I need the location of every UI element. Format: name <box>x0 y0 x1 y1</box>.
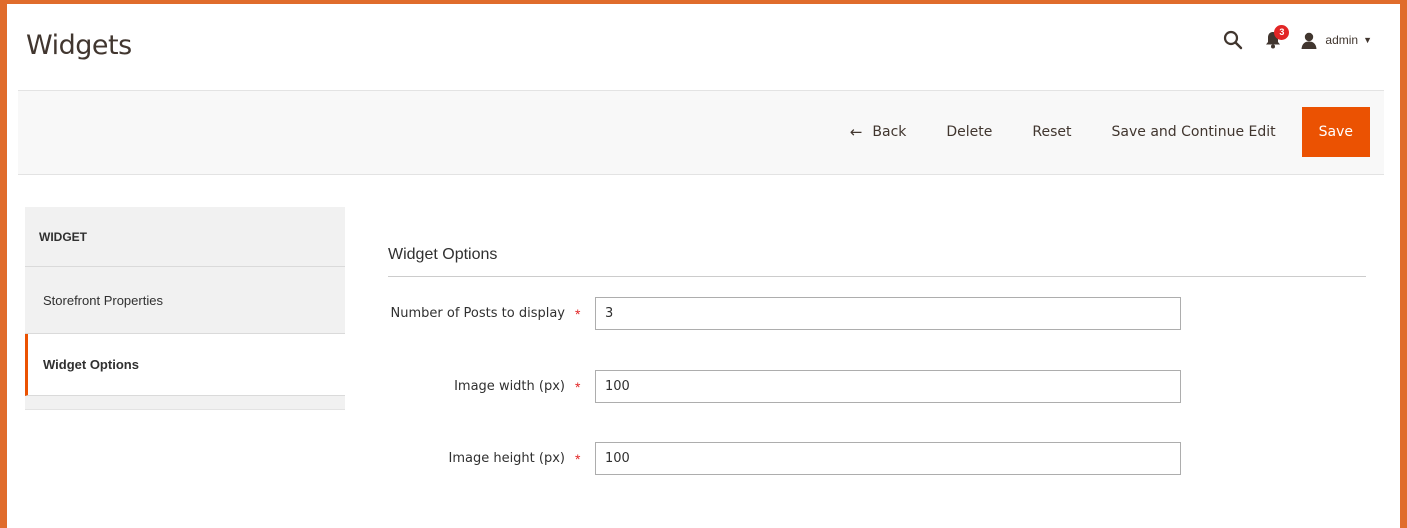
notification-count-badge: 3 <box>1274 25 1290 40</box>
field-row-posts-count: Number of Posts to display * <box>388 297 1181 330</box>
field-label-image-height: Image height (px) <box>448 451 565 466</box>
field-label-posts-count: Number of Posts to display <box>390 306 565 321</box>
admin-user-menu[interactable]: admin ▼ <box>1301 32 1372 49</box>
image-width-input[interactable] <box>595 370 1181 403</box>
user-icon <box>1301 32 1317 49</box>
admin-username: admin <box>1325 33 1359 47</box>
save-button[interactable]: Save <box>1301 107 1370 157</box>
header-actions: 3 admin ▼ <box>1223 25 1372 54</box>
page-actions-bar: ← Back Delete Reset Save and Continue Ed… <box>18 90 1384 175</box>
posts-count-input[interactable] <box>595 297 1181 330</box>
section-title: Widget Options <box>388 230 1366 277</box>
save-and-continue-button[interactable]: Save and Continue Edit <box>1092 107 1296 157</box>
required-asterisk: * <box>575 450 581 467</box>
back-button[interactable]: ← Back <box>830 107 927 157</box>
tab-widget-options[interactable]: Widget Options <box>25 334 345 396</box>
page-header: Widgets 3 admin ▼ <box>18 8 1388 90</box>
reset-button[interactable]: Reset <box>1012 107 1091 157</box>
field-label-image-width: Image width (px) <box>454 379 565 394</box>
page-actions: ← Back Delete Reset Save and Continue Ed… <box>830 107 1370 157</box>
field-row-image-height: Image height (px) * <box>388 442 1181 475</box>
widget-tabs-sidebar: WIDGET Storefront Properties Widget Opti… <box>25 207 345 410</box>
tab-storefront-properties[interactable]: Storefront Properties <box>25 267 345 334</box>
image-height-input[interactable] <box>595 442 1181 475</box>
field-row-image-width: Image width (px) * <box>388 370 1181 403</box>
bell-icon[interactable]: 3 <box>1265 25 1290 49</box>
widget-options-form: Widget Options Number of Posts to displa… <box>388 230 1366 475</box>
search-icon[interactable] <box>1223 30 1243 50</box>
caret-down-icon: ▼ <box>1363 35 1372 45</box>
page-title: Widgets <box>26 30 132 61</box>
required-asterisk: * <box>575 305 581 322</box>
sidebar-footer <box>25 396 345 409</box>
arrow-left-icon: ← <box>849 123 863 141</box>
back-label: Back <box>872 124 907 140</box>
delete-button[interactable]: Delete <box>926 107 1012 157</box>
required-asterisk: * <box>575 378 581 395</box>
sidebar-title: WIDGET <box>25 207 345 267</box>
